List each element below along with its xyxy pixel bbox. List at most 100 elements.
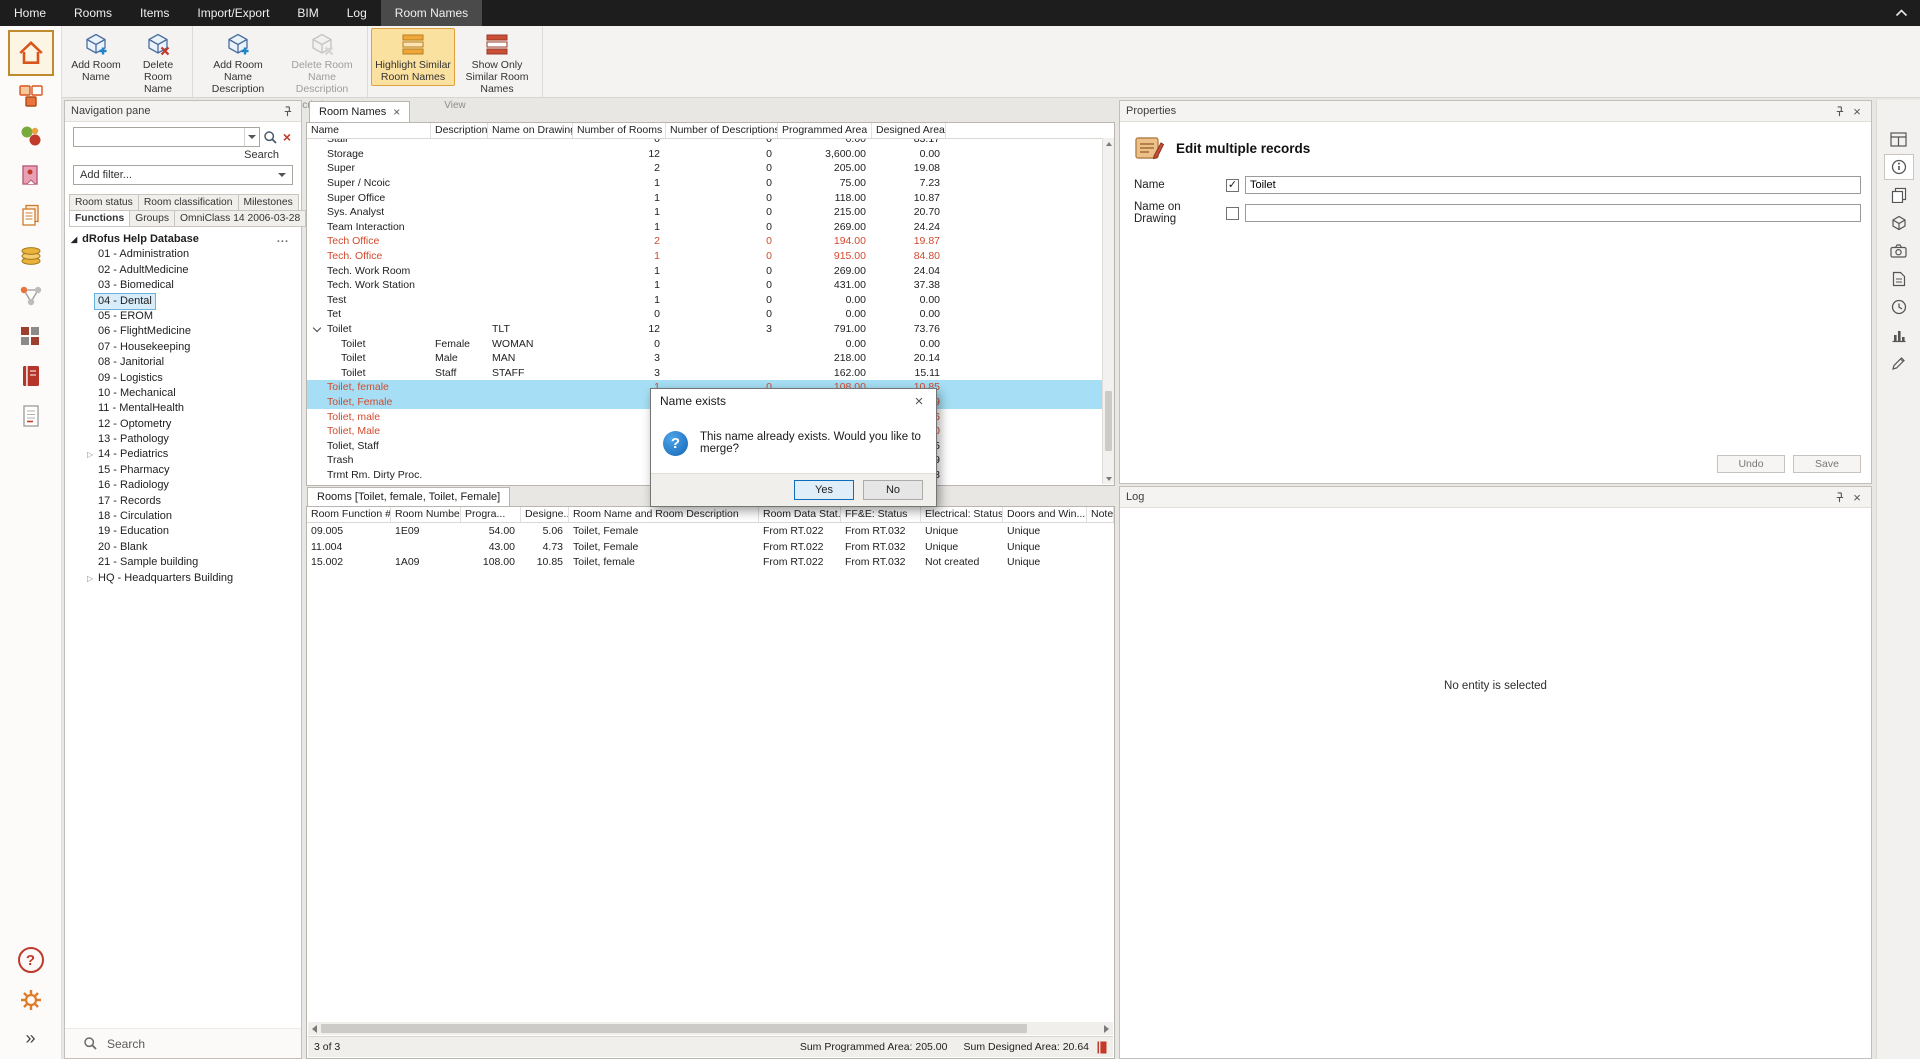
tab-functions[interactable]: Functions bbox=[69, 210, 130, 227]
file-icon[interactable] bbox=[1884, 266, 1914, 292]
report-icon[interactable] bbox=[1097, 1041, 1107, 1054]
scroll-down-icon[interactable] bbox=[1103, 473, 1114, 484]
vertical-scrollbar[interactable] bbox=[1102, 138, 1114, 484]
room-row[interactable]: 09.005 1E09 54.00 5.06 Toilet, Female Fr… bbox=[307, 523, 1114, 539]
tree-root[interactable]: ◢ dRofus Help Database ... bbox=[71, 232, 299, 247]
room-row[interactable]: 11.004 43.00 4.73 Toilet, Female From RT… bbox=[307, 539, 1114, 555]
expander-icon[interactable] bbox=[313, 323, 321, 331]
tab-room-names[interactable]: Room Names × bbox=[309, 101, 410, 122]
help-icon[interactable]: ? bbox=[8, 940, 54, 980]
room-name-row[interactable]: Toilet Female WOMAN 0 0.00 0.00 bbox=[307, 336, 1102, 351]
tree-item[interactable]: 21 - Sample building bbox=[71, 555, 299, 570]
tree-item[interactable]: 09 - Logistics bbox=[71, 371, 299, 386]
column-header-designed[interactable]: Designe... bbox=[521, 507, 569, 522]
tree-item[interactable]: 02 - AdultMedicine bbox=[71, 263, 299, 278]
tree-item[interactable]: 03 - Biomedical bbox=[71, 278, 299, 293]
expand-icon[interactable]: » bbox=[25, 1028, 35, 1049]
room-name-row[interactable]: Tech. Work Station 1 0 431.00 37.38 bbox=[307, 278, 1102, 293]
room-row[interactable]: 15.002 1A09 108.00 10.85 Toilet, female … bbox=[307, 555, 1114, 571]
history-icon[interactable] bbox=[1884, 294, 1914, 320]
undo-button[interactable]: Undo bbox=[1717, 455, 1785, 473]
pin-icon[interactable] bbox=[1831, 104, 1847, 118]
save-button[interactable]: Save bbox=[1793, 455, 1861, 473]
tab-groups[interactable]: Groups bbox=[129, 210, 175, 227]
clear-search-icon[interactable]: × bbox=[281, 129, 293, 145]
scroll-left-icon[interactable] bbox=[308, 1025, 321, 1033]
column-header-number-of-descriptions[interactable]: Number of Descriptions bbox=[666, 123, 778, 138]
close-icon[interactable]: × bbox=[911, 394, 927, 408]
column-header-room-number[interactable]: Room Number bbox=[391, 507, 461, 522]
home-icon[interactable] bbox=[8, 30, 54, 76]
tree-menu-button[interactable]: ... bbox=[277, 232, 289, 247]
tree-expander-icon[interactable] bbox=[87, 447, 98, 462]
templates-icon[interactable] bbox=[8, 156, 54, 196]
menu-item[interactable]: Import/Export bbox=[183, 0, 283, 26]
room-name-row[interactable]: Sys. Analyst 1 0 215.00 20.70 bbox=[307, 205, 1102, 220]
yes-button[interactable]: Yes bbox=[794, 480, 854, 500]
tree-item[interactable]: 04 - Dental bbox=[71, 294, 299, 309]
pin-icon[interactable] bbox=[1831, 490, 1847, 504]
rooms-icon[interactable] bbox=[8, 76, 54, 116]
menu-item[interactable]: Home bbox=[0, 0, 60, 26]
tree-item[interactable]: 16 - Radiology bbox=[71, 478, 299, 493]
room-name-row[interactable]: Test 1 0 0.00 0.00 bbox=[307, 293, 1102, 308]
column-header-designed-area[interactable]: Designed Area bbox=[872, 123, 946, 138]
column-header-ffe-status[interactable]: FF&E: Status bbox=[841, 507, 921, 522]
delete-room-name-button[interactable]: Delete Room Name bbox=[127, 28, 189, 98]
search-icon[interactable] bbox=[263, 130, 278, 145]
column-header-room-data-status[interactable]: Room Data Stat... bbox=[759, 507, 841, 522]
tree-item[interactable]: 19 - Education bbox=[71, 524, 299, 539]
tree-item[interactable]: 10 - Mechanical bbox=[71, 386, 299, 401]
panel-grid-icon[interactable] bbox=[1884, 126, 1914, 152]
room-name-row[interactable]: Toilet TLT 12 3 791.00 73.76 bbox=[307, 322, 1102, 337]
tree-item[interactable]: 08 - Janitorial bbox=[71, 355, 299, 370]
tree-item[interactable]: 14 - Pediatrics bbox=[71, 447, 299, 462]
menu-item[interactable]: Room Names bbox=[381, 0, 482, 26]
column-header-electrical-status[interactable]: Electrical: Status bbox=[921, 507, 1003, 522]
tab-rooms[interactable]: Rooms [Toilet, female, Toilet, Female] bbox=[307, 487, 510, 506]
tree-item[interactable]: 06 - FlightMedicine bbox=[71, 324, 299, 339]
tree-item[interactable]: HQ - Headquarters Building bbox=[71, 571, 299, 586]
chevron-up-icon[interactable] bbox=[1895, 9, 1908, 17]
room-name-row[interactable]: Super / Ncoic 1 0 75.00 7.23 bbox=[307, 176, 1102, 191]
name-checkbox[interactable] bbox=[1226, 179, 1239, 192]
model-icon[interactable] bbox=[1884, 210, 1914, 236]
delete-room-name-description-button[interactable]: Delete Room Name Description bbox=[280, 28, 364, 98]
scrollbar-thumb[interactable] bbox=[321, 1024, 1027, 1033]
tree-item[interactable]: 20 - Blank bbox=[71, 540, 299, 555]
connections-icon[interactable] bbox=[8, 276, 54, 316]
tree-item[interactable]: 07 - Housekeeping bbox=[71, 340, 299, 355]
tree-expander-icon[interactable]: ◢ bbox=[71, 232, 77, 247]
tab-omniclass[interactable]: OmniClass 14 2006-03-28 bbox=[174, 210, 306, 227]
column-header-programmed[interactable]: Progra... bbox=[461, 507, 521, 522]
room-name-row[interactable]: Tet 0 0 0.00 0.00 bbox=[307, 307, 1102, 322]
room-name-row[interactable]: Toilet Male MAN 3 218.00 20.14 bbox=[307, 351, 1102, 366]
items-icon[interactable] bbox=[8, 116, 54, 156]
pin-icon[interactable] bbox=[279, 104, 295, 118]
name-on-drawing-checkbox[interactable] bbox=[1226, 207, 1239, 220]
menu-item[interactable]: Rooms bbox=[60, 0, 126, 26]
name-on-drawing-input[interactable] bbox=[1245, 204, 1861, 222]
column-header-room-name-description[interactable]: Room Name and Room Description bbox=[569, 507, 759, 522]
finance-icon[interactable] bbox=[8, 236, 54, 276]
tab-room-status[interactable]: Room status bbox=[69, 194, 139, 211]
tree-item[interactable]: 13 - Pathology bbox=[71, 432, 299, 447]
menu-item[interactable]: Items bbox=[126, 0, 183, 26]
room-name-row[interactable]: Tech Office 2 0 194.00 19.87 bbox=[307, 234, 1102, 249]
room-name-row[interactable]: Tech. Work Room 1 0 269.00 24.04 bbox=[307, 263, 1102, 278]
add-room-name-button[interactable]: Add Room Name bbox=[65, 28, 127, 86]
room-name-row[interactable]: Tech. Office 1 0 915.00 84.80 bbox=[307, 249, 1102, 264]
tree-item[interactable]: 15 - Pharmacy bbox=[71, 463, 299, 478]
close-icon[interactable]: × bbox=[1849, 490, 1865, 504]
room-name-row[interactable]: Toilet Staff STAFF 3 162.00 15.11 bbox=[307, 366, 1102, 381]
room-name-row[interactable]: Team Interaction 1 0 269.00 24.24 bbox=[307, 220, 1102, 235]
column-header-name[interactable]: Name bbox=[307, 123, 431, 138]
add-filter-dropdown[interactable]: Add filter... bbox=[73, 165, 293, 185]
close-icon[interactable]: × bbox=[393, 106, 400, 118]
room-name-row[interactable]: Super Office 1 0 118.00 10.87 bbox=[307, 190, 1102, 205]
menu-item[interactable]: BIM bbox=[283, 0, 332, 26]
close-icon[interactable]: × bbox=[1849, 104, 1865, 118]
name-input[interactable] bbox=[1245, 176, 1861, 194]
column-header-programmed-area[interactable]: Programmed Area bbox=[778, 123, 872, 138]
documents-icon[interactable] bbox=[1884, 182, 1914, 208]
